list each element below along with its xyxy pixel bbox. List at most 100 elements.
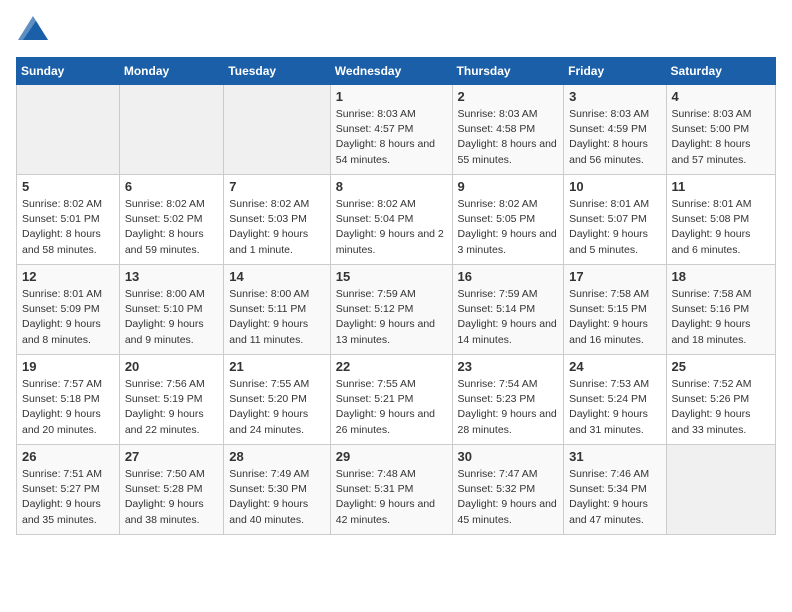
day-number: 6 <box>125 179 218 194</box>
day-of-week-header: Wednesday <box>330 58 452 85</box>
day-info: Sunrise: 7:58 AM Sunset: 5:15 PM Dayligh… <box>569 287 660 348</box>
day-info: Sunrise: 8:03 AM Sunset: 4:57 PM Dayligh… <box>336 107 447 168</box>
day-number: 16 <box>458 269 559 284</box>
day-number: 17 <box>569 269 660 284</box>
calendar-cell <box>119 85 223 175</box>
calendar-cell: 12Sunrise: 8:01 AM Sunset: 5:09 PM Dayli… <box>17 265 120 355</box>
day-of-week-header: Saturday <box>666 58 775 85</box>
day-number: 14 <box>229 269 324 284</box>
calendar-cell: 2 Sunrise: 8:03 AM Sunset: 4:58 PM Daylig… <box>452 85 564 175</box>
calendar-cell: 31Sunrise: 7:46 AM Sunset: 5:34 PM Dayli… <box>564 445 666 535</box>
logo-icon <box>18 16 48 40</box>
day-number: 11 <box>672 179 770 194</box>
day-number: 13 <box>125 269 218 284</box>
calendar-header-row: SundayMondayTuesdayWednesdayThursdayFrid… <box>17 58 776 85</box>
day-info: Sunrise: 7:55 AM Sunset: 5:21 PM Dayligh… <box>336 377 447 438</box>
day-number: 21 <box>229 359 324 374</box>
day-info: Sunrise: 7:58 AM Sunset: 5:16 PM Dayligh… <box>672 287 770 348</box>
calendar-cell: 1 Sunrise: 8:03 AM Sunset: 4:57 PM Daylig… <box>330 85 452 175</box>
day-info: Sunrise: 7:55 AM Sunset: 5:20 PM Dayligh… <box>229 377 324 438</box>
calendar-cell: 8 Sunrise: 8:02 AM Sunset: 5:04 PM Daylig… <box>330 175 452 265</box>
calendar-week-row: 1 Sunrise: 8:03 AM Sunset: 4:57 PM Daylig… <box>17 85 776 175</box>
day-number: 22 <box>336 359 447 374</box>
day-info: Sunrise: 8:02 AM Sunset: 5:04 PM Dayligh… <box>336 197 447 258</box>
day-info: Sunrise: 7:52 AM Sunset: 5:26 PM Dayligh… <box>672 377 770 438</box>
day-number: 10 <box>569 179 660 194</box>
calendar-cell: 19Sunrise: 7:57 AM Sunset: 5:18 PM Dayli… <box>17 355 120 445</box>
calendar-cell: 9Sunrise: 8:02 AM Sunset: 5:05 PM Daylig… <box>452 175 564 265</box>
day-number: 26 <box>22 449 114 464</box>
day-number: 7 <box>229 179 324 194</box>
day-of-week-header: Friday <box>564 58 666 85</box>
calendar-cell: 10 Sunrise: 8:01 AM Sunset: 5:07 PM Dayli… <box>564 175 666 265</box>
day-number: 18 <box>672 269 770 284</box>
logo-text <box>16 16 48 45</box>
day-info: Sunrise: 7:48 AM Sunset: 5:31 PM Dayligh… <box>336 467 447 528</box>
calendar-body: 1 Sunrise: 8:03 AM Sunset: 4:57 PM Daylig… <box>17 85 776 535</box>
calendar-cell: 15 Sunrise: 7:59 AM Sunset: 5:12 PM Dayli… <box>330 265 452 355</box>
calendar-cell: 16 Sunrise: 7:59 AM Sunset: 5:14 PM Dayli… <box>452 265 564 355</box>
day-number: 2 <box>458 89 559 104</box>
day-number: 12 <box>22 269 114 284</box>
calendar-cell: 26 Sunrise: 7:51 AM Sunset: 5:27 PM Dayli… <box>17 445 120 535</box>
day-of-week-header: Thursday <box>452 58 564 85</box>
calendar-cell: 22 Sunrise: 7:55 AM Sunset: 5:21 PM Dayli… <box>330 355 452 445</box>
day-number: 27 <box>125 449 218 464</box>
calendar-week-row: 5 Sunrise: 8:02 AM Sunset: 5:01 PM Daylig… <box>17 175 776 265</box>
calendar-cell: 4 Sunrise: 8:03 AM Sunset: 5:00 PM Daylig… <box>666 85 775 175</box>
day-info: Sunrise: 7:54 AM Sunset: 5:23 PM Dayligh… <box>458 377 559 438</box>
page-header <box>16 16 776 45</box>
day-info: Sunrise: 8:00 AM Sunset: 5:11 PM Dayligh… <box>229 287 324 348</box>
day-number: 30 <box>458 449 559 464</box>
day-number: 8 <box>336 179 447 194</box>
calendar-cell <box>666 445 775 535</box>
calendar-cell: 23Sunrise: 7:54 AM Sunset: 5:23 PM Dayli… <box>452 355 564 445</box>
calendar-cell: 5 Sunrise: 8:02 AM Sunset: 5:01 PM Daylig… <box>17 175 120 265</box>
calendar-cell <box>17 85 120 175</box>
day-info: Sunrise: 7:53 AM Sunset: 5:24 PM Dayligh… <box>569 377 660 438</box>
day-of-week-header: Sunday <box>17 58 120 85</box>
day-info: Sunrise: 7:56 AM Sunset: 5:19 PM Dayligh… <box>125 377 218 438</box>
day-info: Sunrise: 7:57 AM Sunset: 5:18 PM Dayligh… <box>22 377 114 438</box>
day-info: Sunrise: 8:03 AM Sunset: 5:00 PM Dayligh… <box>672 107 770 168</box>
calendar-cell: 7Sunrise: 8:02 AM Sunset: 5:03 PM Daylig… <box>224 175 330 265</box>
day-number: 4 <box>672 89 770 104</box>
day-of-week-header: Monday <box>119 58 223 85</box>
calendar-cell: 17 Sunrise: 7:58 AM Sunset: 5:15 PM Dayli… <box>564 265 666 355</box>
calendar-week-row: 12Sunrise: 8:01 AM Sunset: 5:09 PM Dayli… <box>17 265 776 355</box>
calendar-table: SundayMondayTuesdayWednesdayThursdayFrid… <box>16 57 776 535</box>
day-info: Sunrise: 8:02 AM Sunset: 5:05 PM Dayligh… <box>458 197 559 258</box>
day-of-week-header: Tuesday <box>224 58 330 85</box>
calendar-cell: 3Sunrise: 8:03 AM Sunset: 4:59 PM Daylig… <box>564 85 666 175</box>
day-number: 29 <box>336 449 447 464</box>
day-info: Sunrise: 8:01 AM Sunset: 5:07 PM Dayligh… <box>569 197 660 258</box>
day-info: Sunrise: 8:02 AM Sunset: 5:01 PM Dayligh… <box>22 197 114 258</box>
day-info: Sunrise: 8:03 AM Sunset: 4:58 PM Dayligh… <box>458 107 559 168</box>
calendar-cell: 28Sunrise: 7:49 AM Sunset: 5:30 PM Dayli… <box>224 445 330 535</box>
logo <box>16 16 48 45</box>
day-number: 31 <box>569 449 660 464</box>
day-number: 24 <box>569 359 660 374</box>
day-info: Sunrise: 7:59 AM Sunset: 5:14 PM Dayligh… <box>458 287 559 348</box>
calendar-cell: 13 Sunrise: 8:00 AM Sunset: 5:10 PM Dayli… <box>119 265 223 355</box>
day-number: 5 <box>22 179 114 194</box>
calendar-cell: 21 Sunrise: 7:55 AM Sunset: 5:20 PM Dayli… <box>224 355 330 445</box>
day-info: Sunrise: 8:02 AM Sunset: 5:02 PM Dayligh… <box>125 197 218 258</box>
day-info: Sunrise: 7:51 AM Sunset: 5:27 PM Dayligh… <box>22 467 114 528</box>
calendar-week-row: 26 Sunrise: 7:51 AM Sunset: 5:27 PM Dayli… <box>17 445 776 535</box>
day-number: 15 <box>336 269 447 284</box>
calendar-cell: 29 Sunrise: 7:48 AM Sunset: 5:31 PM Dayli… <box>330 445 452 535</box>
day-info: Sunrise: 8:00 AM Sunset: 5:10 PM Dayligh… <box>125 287 218 348</box>
day-number: 25 <box>672 359 770 374</box>
day-info: Sunrise: 7:59 AM Sunset: 5:12 PM Dayligh… <box>336 287 447 348</box>
day-info: Sunrise: 8:03 AM Sunset: 4:59 PM Dayligh… <box>569 107 660 168</box>
calendar-cell: 30 Sunrise: 7:47 AM Sunset: 5:32 PM Dayli… <box>452 445 564 535</box>
day-info: Sunrise: 7:50 AM Sunset: 5:28 PM Dayligh… <box>125 467 218 528</box>
calendar-cell: 14 Sunrise: 8:00 AM Sunset: 5:11 PM Dayli… <box>224 265 330 355</box>
day-info: Sunrise: 7:47 AM Sunset: 5:32 PM Dayligh… <box>458 467 559 528</box>
day-number: 1 <box>336 89 447 104</box>
calendar-cell: 11Sunrise: 8:01 AM Sunset: 5:08 PM Dayli… <box>666 175 775 265</box>
day-number: 20 <box>125 359 218 374</box>
calendar-cell: 25 Sunrise: 7:52 AM Sunset: 5:26 PM Dayli… <box>666 355 775 445</box>
calendar-cell <box>224 85 330 175</box>
